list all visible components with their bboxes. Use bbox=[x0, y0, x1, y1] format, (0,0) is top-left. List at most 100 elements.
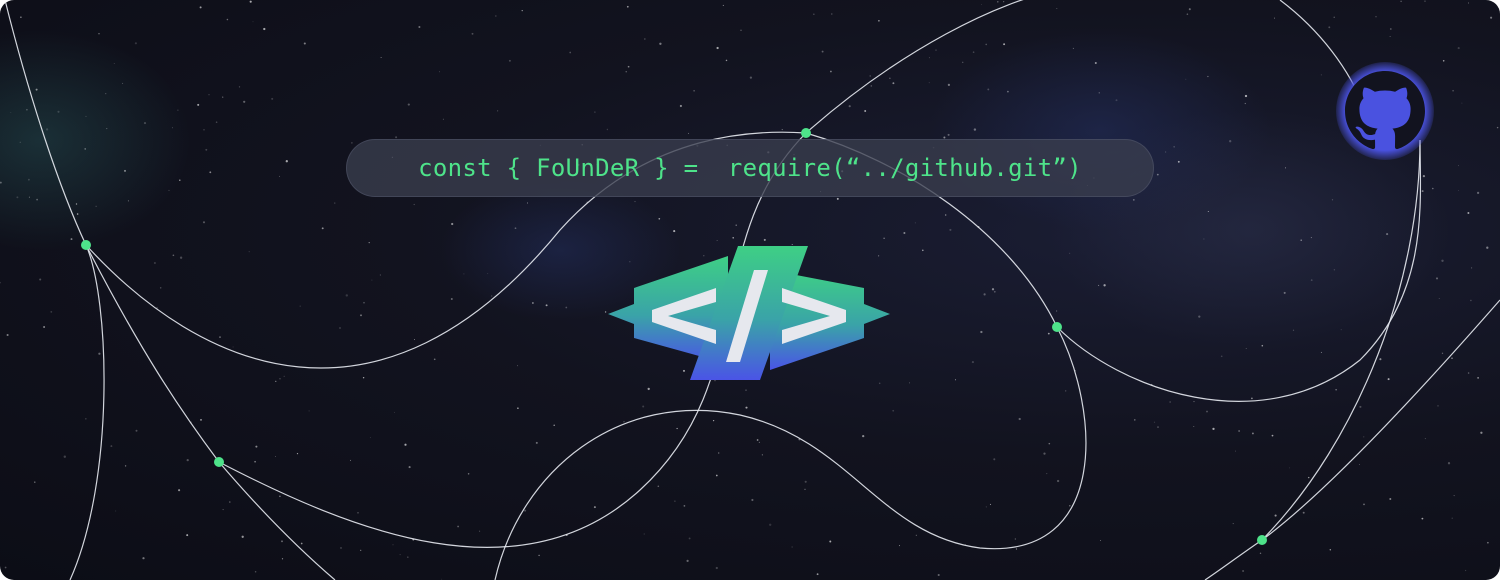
star bbox=[197, 103, 200, 106]
star bbox=[623, 420, 625, 423]
star bbox=[340, 547, 342, 549]
star bbox=[1461, 102, 1463, 104]
star bbox=[1047, 332, 1050, 335]
star bbox=[271, 97, 274, 100]
star bbox=[281, 540, 283, 543]
star bbox=[134, 42, 137, 45]
star bbox=[985, 43, 987, 46]
star bbox=[418, 25, 421, 29]
star bbox=[878, 19, 880, 22]
star bbox=[395, 136, 398, 139]
star bbox=[1451, 517, 1453, 519]
star bbox=[749, 76, 753, 79]
star bbox=[991, 288, 995, 291]
star bbox=[368, 241, 370, 244]
star bbox=[208, 94, 210, 96]
star bbox=[1421, 190, 1424, 193]
star bbox=[848, 105, 851, 108]
star bbox=[199, 6, 202, 9]
star bbox=[914, 222, 916, 224]
star bbox=[657, 485, 660, 488]
star bbox=[1285, 167, 1286, 169]
star bbox=[686, 559, 689, 563]
star bbox=[1068, 252, 1071, 254]
star bbox=[6, 333, 9, 337]
star bbox=[1156, 173, 1159, 176]
star bbox=[1132, 198, 1135, 201]
star bbox=[626, 5, 629, 8]
star bbox=[1328, 26, 1331, 29]
star bbox=[508, 59, 511, 62]
star bbox=[433, 358, 436, 361]
star bbox=[1389, 28, 1392, 30]
star bbox=[1331, 199, 1334, 201]
star bbox=[1320, 74, 1322, 76]
star bbox=[524, 509, 527, 512]
star bbox=[1094, 61, 1097, 65]
star bbox=[1335, 389, 1337, 391]
star bbox=[1453, 495, 1455, 497]
star bbox=[279, 495, 281, 498]
star bbox=[186, 534, 189, 537]
star bbox=[98, 33, 100, 35]
star bbox=[1379, 358, 1382, 361]
star bbox=[70, 238, 73, 241]
star bbox=[1340, 329, 1342, 331]
star bbox=[171, 127, 173, 129]
star bbox=[954, 379, 957, 381]
star bbox=[693, 90, 695, 92]
star bbox=[303, 42, 306, 45]
star bbox=[36, 198, 38, 201]
star bbox=[1363, 436, 1365, 438]
star bbox=[673, 230, 676, 233]
star bbox=[565, 306, 568, 309]
star bbox=[300, 542, 303, 545]
star bbox=[1441, 259, 1444, 262]
star bbox=[362, 376, 365, 379]
star bbox=[442, 118, 444, 120]
code-brackets-icon bbox=[608, 246, 890, 380]
star bbox=[1467, 212, 1470, 214]
star bbox=[75, 203, 78, 205]
star bbox=[892, 82, 895, 85]
star bbox=[334, 202, 336, 204]
star bbox=[1329, 549, 1332, 551]
star bbox=[177, 109, 179, 111]
star bbox=[85, 418, 87, 420]
star bbox=[110, 445, 113, 448]
star bbox=[1069, 505, 1071, 507]
star bbox=[883, 237, 885, 239]
star bbox=[732, 237, 734, 239]
star bbox=[254, 570, 257, 573]
star bbox=[594, 111, 596, 113]
star bbox=[1238, 430, 1240, 432]
star bbox=[404, 443, 407, 446]
network-node bbox=[1052, 322, 1062, 332]
star bbox=[215, 121, 218, 123]
star bbox=[715, 474, 718, 477]
star bbox=[1014, 538, 1016, 540]
star bbox=[1198, 315, 1201, 318]
star bbox=[644, 38, 646, 40]
star bbox=[869, 75, 871, 77]
nebula-glow bbox=[0, 30, 190, 250]
star bbox=[285, 160, 288, 163]
star bbox=[864, 110, 867, 112]
star bbox=[1043, 452, 1046, 455]
star bbox=[830, 70, 832, 73]
star bbox=[1072, 47, 1074, 49]
star bbox=[1229, 140, 1232, 143]
star bbox=[1389, 36, 1391, 37]
star bbox=[243, 100, 246, 103]
star bbox=[1421, 517, 1424, 520]
star bbox=[962, 61, 964, 63]
star bbox=[254, 460, 256, 463]
star bbox=[35, 88, 38, 91]
star bbox=[517, 407, 519, 410]
star bbox=[676, 427, 678, 430]
star bbox=[1477, 377, 1479, 379]
star bbox=[889, 77, 891, 79]
founder-banner: const { FoUnDeR } = require(“../github.g… bbox=[0, 0, 1500, 580]
star bbox=[76, 213, 79, 215]
star bbox=[521, 9, 523, 12]
